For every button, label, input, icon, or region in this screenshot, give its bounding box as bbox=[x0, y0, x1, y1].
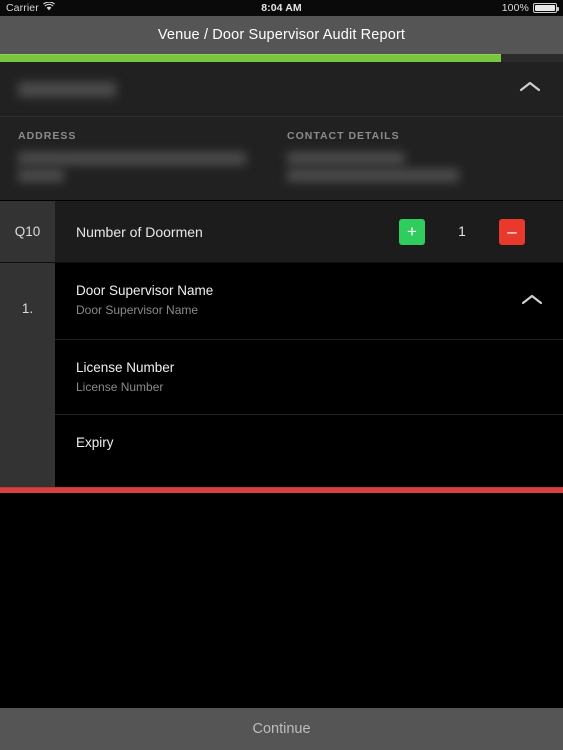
contact-value-redacted bbox=[287, 152, 405, 165]
status-bar-right: 100% bbox=[501, 2, 559, 14]
contact-column: CONTACT DETAILS bbox=[287, 130, 545, 200]
address-value-redacted-line2 bbox=[18, 169, 64, 182]
nav-bar: Venue / Door Supervisor Audit Report bbox=[0, 16, 563, 54]
field-label: License Number bbox=[76, 360, 175, 375]
progress-bar bbox=[0, 54, 563, 62]
question-area: Q10 Number of Doormen + 1 – 1. Door Supe… bbox=[0, 201, 563, 493]
subitem-collapse-button[interactable] bbox=[515, 285, 549, 319]
carrier-label: Carrier bbox=[6, 2, 39, 14]
wifi-icon bbox=[42, 1, 55, 14]
progress-bar-fill bbox=[0, 54, 502, 62]
field-expiry[interactable]: Expiry bbox=[55, 415, 563, 487]
increment-button[interactable]: + bbox=[399, 218, 425, 245]
field-label: Expiry bbox=[76, 435, 114, 450]
status-bar-clock: 8:04 AM bbox=[261, 2, 302, 14]
question-title: Number of Doormen bbox=[76, 223, 203, 240]
stepper-value: 1 bbox=[458, 224, 466, 239]
address-column: ADDRESS bbox=[18, 130, 287, 200]
continue-label: Continue bbox=[252, 721, 311, 737]
status-bar: Carrier 8:04 AM 100% bbox=[0, 0, 563, 16]
venue-details-panel: ADDRESS CONTACT DETAILS bbox=[0, 117, 563, 201]
battery-full-icon bbox=[533, 3, 559, 13]
field-input[interactable]: Door Supervisor Name bbox=[76, 303, 515, 317]
app-root: Carrier 8:04 AM 100% Venue / Door Superv… bbox=[0, 0, 563, 750]
question-number: Q10 bbox=[0, 201, 55, 262]
contact-details-label: CONTACT DETAILS bbox=[287, 130, 400, 142]
page-title: Venue / Door Supervisor Audit Report bbox=[157, 27, 406, 43]
question-row-q10: Q10 Number of Doormen + 1 – bbox=[0, 201, 563, 263]
chevron-up-icon bbox=[519, 80, 541, 98]
venue-name-redacted bbox=[18, 81, 116, 97]
contact-value-redacted-line2 bbox=[287, 169, 459, 182]
venue-header[interactable] bbox=[0, 62, 563, 117]
decrement-button[interactable]: – bbox=[499, 218, 525, 245]
empty-content-area bbox=[0, 493, 563, 708]
field-license-number[interactable]: License Number License Number bbox=[55, 340, 563, 415]
field-door-supervisor-name[interactable]: Door Supervisor Name Door Supervisor Nam… bbox=[55, 263, 563, 340]
field-label: Door Supervisor Name bbox=[76, 283, 214, 298]
doorman-entry-1: 1. Door Supervisor Name Door Supervisor … bbox=[0, 263, 563, 487]
address-value-redacted bbox=[18, 152, 246, 165]
field-text-group: License Number License Number bbox=[76, 360, 549, 394]
subitem-fields: Door Supervisor Name Door Supervisor Nam… bbox=[55, 263, 563, 487]
subitem-index: 1. bbox=[0, 263, 55, 487]
status-bar-left: Carrier bbox=[6, 1, 55, 14]
field-input[interactable]: License Number bbox=[76, 380, 549, 394]
field-text-group: Door Supervisor Name Door Supervisor Nam… bbox=[76, 283, 515, 317]
question-body: Number of Doormen + 1 – bbox=[55, 201, 563, 262]
address-label: ADDRESS bbox=[18, 130, 77, 142]
battery-percent-label: 100% bbox=[501, 2, 529, 14]
venue-collapse-button[interactable] bbox=[513, 72, 547, 106]
field-text-group: Expiry bbox=[76, 435, 549, 455]
doormen-count-stepper: + 1 – bbox=[399, 218, 549, 245]
continue-button[interactable]: Continue bbox=[0, 708, 563, 750]
chevron-up-icon bbox=[521, 293, 543, 311]
